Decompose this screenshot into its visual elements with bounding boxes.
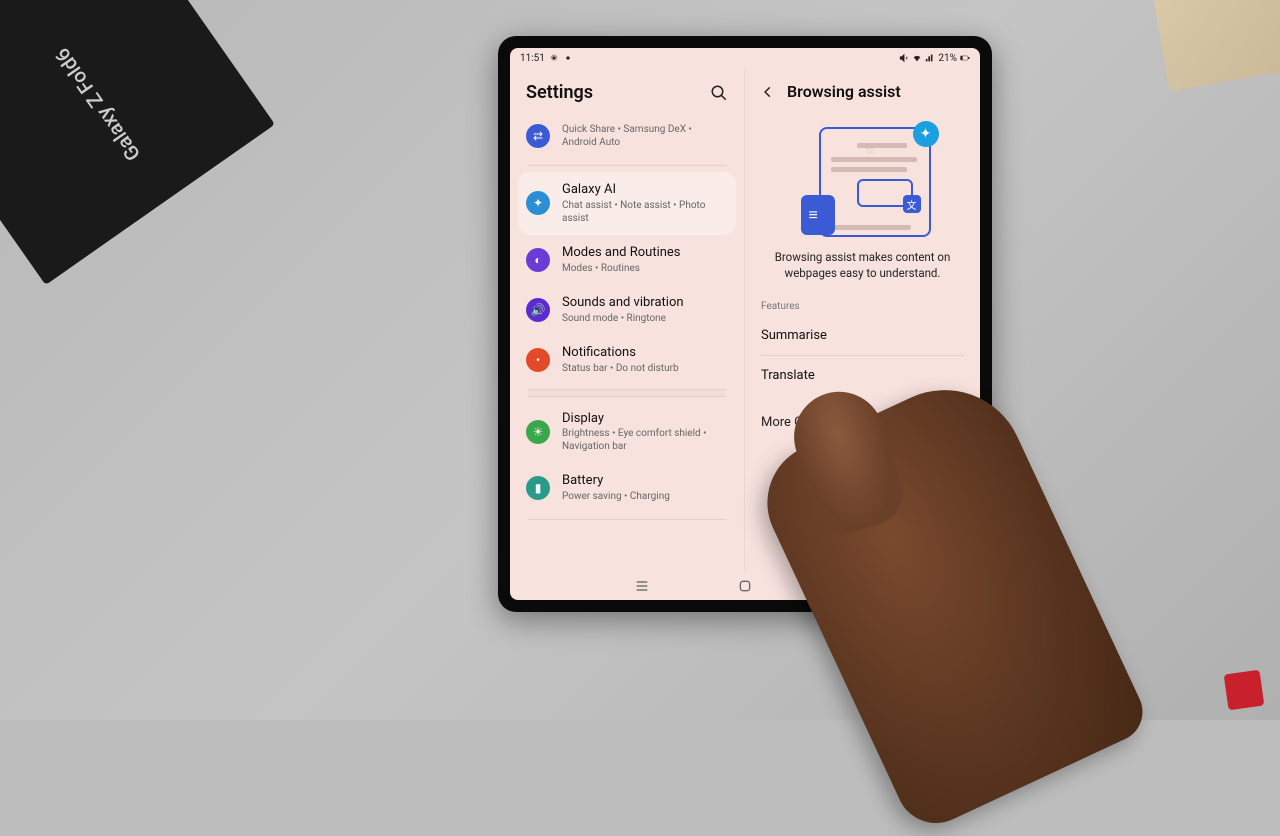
settings-item-subtitle: Chat assist • Note assist • Photo assist (562, 199, 728, 225)
signal-icon (925, 53, 935, 63)
settings-item-icon: ⇄ (526, 124, 550, 148)
corner-logo (1224, 670, 1265, 711)
search-icon[interactable] (710, 84, 728, 102)
settings-item-icon: ▮ (526, 476, 550, 500)
finger-prop (748, 364, 1153, 836)
settings-item-title: Galaxy AI (562, 182, 728, 199)
hero-description: Browsing assist makes content on webpage… (745, 249, 980, 297)
scene-background: Galaxy Z Fold6 11:51 21% (0, 0, 1280, 720)
settings-item-subtitle: Power saving • Charging (562, 490, 728, 503)
wood-prop (1152, 0, 1280, 91)
settings-item-galaxy-ai[interactable]: ✦ Galaxy AIChat assist • Note assist • Ph… (518, 172, 736, 235)
settings-item-subtitle: Status bar • Do not disturb (562, 362, 728, 375)
settings-item-icon: 🔊 (526, 298, 550, 322)
settings-item-title: Sounds and vibration (562, 295, 728, 312)
sparkle-icon: ✦ (913, 121, 939, 147)
gear-icon (563, 53, 573, 63)
hero-illustration: ☆ ✦ 文 (783, 119, 943, 239)
product-box-prop: Galaxy Z Fold6 (0, 0, 275, 285)
settings-item-subtitle: Brightness • Eye comfort shield • Naviga… (562, 427, 728, 453)
section-gap (528, 389, 726, 397)
feature-summarise[interactable]: Summarise (745, 316, 980, 355)
settings-pane: Settings ⇄ Quick Share • Samsung DeX • An… (510, 68, 745, 572)
box-label: Galaxy Z Fold6 (50, 44, 145, 166)
settings-item-display[interactable]: ☀ DisplayBrightness • Eye comfort shield … (518, 401, 736, 464)
settings-item-icon: ◐ (526, 248, 550, 272)
settings-title: Settings (526, 82, 593, 103)
status-time: 11:51 (520, 53, 545, 64)
settings-item-subtitle: Quick Share • Samsung DeX • Android Auto (562, 123, 728, 149)
settings-item-title: Notifications (562, 345, 728, 362)
home-button[interactable] (737, 578, 753, 594)
settings-item-connected-devices[interactable]: ⇄ Quick Share • Samsung DeX • Android Aut… (518, 113, 736, 159)
document-icon (801, 195, 835, 235)
settings-item-notifications[interactable]: • NotificationsStatus bar • Do not distur… (518, 335, 736, 385)
battery-icon (960, 53, 970, 63)
settings-item-modes-and-routines[interactable]: ◐ Modes and RoutinesModes • Routines (518, 235, 736, 285)
settings-item-title: Modes and Routines (562, 245, 728, 262)
settings-item-icon: • (526, 348, 550, 372)
settings-item-title: Battery (562, 473, 728, 490)
battery-percent: 21% (938, 53, 957, 64)
back-icon[interactable] (761, 85, 775, 99)
section-divider (528, 165, 726, 166)
status-bar: 11:51 21% (510, 48, 980, 68)
detail-title: Browsing assist (787, 82, 901, 101)
settings-item-title: Display (562, 411, 728, 428)
mute-icon (899, 53, 909, 63)
recents-button[interactable] (634, 578, 650, 594)
settings-item-subtitle: Modes • Routines (562, 262, 728, 275)
settings-item-battery[interactable]: ▮ BatteryPower saving • Charging (518, 463, 736, 513)
settings-item-subtitle: Sound mode • Ringtone (562, 312, 728, 325)
settings-item-sounds-and-vibration[interactable]: 🔊 Sounds and vibrationSound mode • Ringto… (518, 285, 736, 335)
wifi-icon (912, 53, 922, 63)
translate-icon: 文 (903, 195, 921, 213)
features-header: Features (745, 297, 980, 316)
section-divider (528, 519, 726, 520)
settings-item-icon: ✦ (526, 191, 550, 215)
settings-status-icon (549, 53, 559, 63)
settings-item-icon: ☀ (526, 420, 550, 444)
